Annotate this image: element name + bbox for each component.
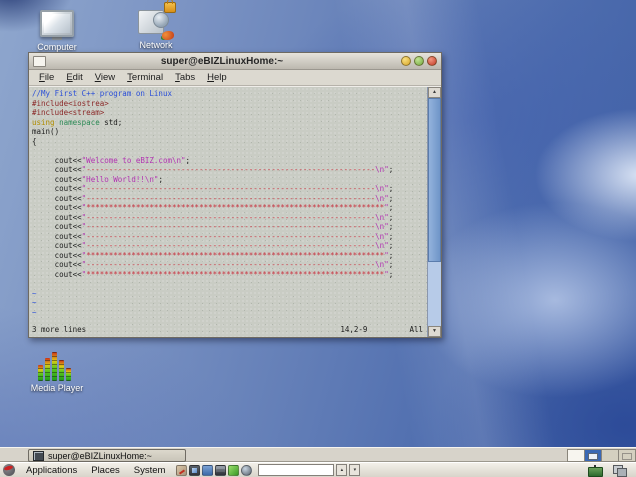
window-controls xyxy=(398,56,437,66)
menu-view[interactable]: View xyxy=(89,71,121,84)
screenshot-tool-icon[interactable] xyxy=(189,465,200,476)
code-line: #include<stream> xyxy=(32,108,427,118)
places-menu[interactable]: Places xyxy=(84,465,127,476)
computer-icon-stand xyxy=(52,37,62,40)
distro-logo-icon[interactable] xyxy=(3,464,15,476)
scroll-indicator: All xyxy=(409,325,423,335)
task-button-label: super@eBIZLinuxHome:~ xyxy=(48,451,152,461)
scroll-down-icon[interactable]: ▼ xyxy=(428,326,441,337)
close-button[interactable] xyxy=(427,56,437,66)
terminal-icon xyxy=(33,451,44,461)
package-manager-icon[interactable] xyxy=(228,465,239,476)
vim-status-line: 3 more lines 14,2-9 All xyxy=(32,325,427,336)
applet-entry[interactable] xyxy=(258,464,334,476)
code-line: #include<iostrea> xyxy=(32,99,427,109)
mail-client-icon[interactable] xyxy=(176,465,187,476)
scrollbar-track[interactable] xyxy=(428,98,441,326)
menu-file[interactable]: File xyxy=(33,71,60,84)
workspace-window-icon xyxy=(588,453,598,460)
maximize-button[interactable] xyxy=(414,56,424,66)
menu-edit[interactable]: Edit xyxy=(60,71,88,84)
menu-help[interactable]: Help xyxy=(201,71,233,84)
applet-up-button[interactable]: ▴ xyxy=(336,464,347,476)
code-line xyxy=(32,146,427,156)
code-line: cout<<"*********************************… xyxy=(32,203,427,213)
updates-tray-icon[interactable] xyxy=(588,467,603,477)
code-line: using namespace std; xyxy=(32,118,427,128)
scrollbar-thumb[interactable] xyxy=(428,98,441,262)
workspace-1[interactable] xyxy=(567,449,585,462)
menu-bar: File Edit View Terminal Tabs Help xyxy=(29,70,441,86)
code-line: cout<<"---------------------------------… xyxy=(32,213,427,223)
code-line: main() xyxy=(32,127,427,137)
file-cabinet-icon[interactable] xyxy=(215,465,226,476)
computer-icon xyxy=(40,10,74,37)
code-line: ~ xyxy=(32,289,427,299)
lock-badge-icon xyxy=(164,2,176,13)
code-line: cout<<"---------------------------------… xyxy=(32,222,427,232)
task-button-terminal[interactable]: super@eBIZLinuxHome:~ xyxy=(28,449,186,462)
menu-tabs[interactable]: Tabs xyxy=(169,71,201,84)
terminal-content: //My First C++ program on Linux#include<… xyxy=(29,86,441,337)
bottom-panel: Applications Places System ▴ ▾ xyxy=(0,462,636,477)
code-line: cout<<"Welcome to eBIZ.com\n"; xyxy=(32,156,427,166)
window-title: super@eBIZLinuxHome:~ xyxy=(46,56,398,67)
equalizer-icon xyxy=(38,352,76,381)
code-line: cout<<"*********************************… xyxy=(32,270,427,280)
taskbar: super@eBIZLinuxHome:~ xyxy=(0,447,636,462)
system-menu[interactable]: System xyxy=(127,465,173,476)
desktop-icon-computer[interactable]: Computer xyxy=(32,10,82,52)
code-line: ~ xyxy=(32,308,427,318)
desktop-icon-label: Media Player xyxy=(28,383,86,393)
code-line: cout<<"---------------------------------… xyxy=(32,194,427,204)
web-browser-icon[interactable] xyxy=(241,465,252,476)
applet-down-button[interactable]: ▾ xyxy=(349,464,360,476)
globe-icon xyxy=(153,12,169,28)
workspace-window-outline-icon xyxy=(622,453,632,460)
workspace-switcher xyxy=(568,449,636,462)
code-line: cout<<"---------------------------------… xyxy=(32,232,427,242)
code-line: cout<<"---------------------------------… xyxy=(32,184,427,194)
monitor-launcher-icon[interactable] xyxy=(202,465,213,476)
network-icon xyxy=(136,6,176,38)
desktop-icon-network[interactable]: Network xyxy=(130,6,182,50)
network-mascot-icon xyxy=(162,31,174,40)
desktop-icon-media-player[interactable]: Media Player xyxy=(28,352,86,393)
workspace-2[interactable] xyxy=(584,449,602,462)
desktop-icon-label: Network xyxy=(130,40,182,50)
desktop: Computer Network Media Player super@eBIZ… xyxy=(0,0,636,477)
desktop-icon-label: Computer xyxy=(32,42,82,52)
scroll-up-icon[interactable]: ▲ xyxy=(428,87,441,98)
window-menu-icon[interactable] xyxy=(33,56,46,67)
code-line: ~ xyxy=(32,298,427,308)
code-line: cout<<"---------------------------------… xyxy=(32,260,427,270)
vim-buffer[interactable]: //My First C++ program on Linux#include<… xyxy=(32,89,427,325)
code-line: cout<<"*********************************… xyxy=(32,251,427,261)
code-line: cout<<"---------------------------------… xyxy=(32,165,427,175)
menu-terminal[interactable]: Terminal xyxy=(121,71,169,84)
status-message: 3 more lines xyxy=(32,325,86,335)
minimize-button[interactable] xyxy=(401,56,411,66)
scrollbar[interactable]: ▲ ▼ xyxy=(427,87,441,337)
code-line: cout<<"---------------------------------… xyxy=(32,241,427,251)
workspace-4[interactable] xyxy=(618,449,636,462)
applications-menu[interactable]: Applications xyxy=(19,465,84,476)
title-bar[interactable]: super@eBIZLinuxHome:~ xyxy=(29,53,441,70)
terminal-window: super@eBIZLinuxHome:~ File Edit View Ter… xyxy=(28,52,442,338)
code-line: { xyxy=(32,137,427,147)
code-line: //My First C++ program on Linux xyxy=(32,89,427,99)
cursor-position: 14,2-9 xyxy=(340,325,367,335)
code-line xyxy=(32,279,427,289)
vim-area: //My First C++ program on Linux#include<… xyxy=(29,87,427,337)
workspace-3[interactable] xyxy=(601,449,619,462)
code-line: cout<<"Hello World!!\n"; xyxy=(32,175,427,185)
launcher-area xyxy=(176,465,252,476)
dual-monitor-tray-icon[interactable] xyxy=(613,465,627,476)
